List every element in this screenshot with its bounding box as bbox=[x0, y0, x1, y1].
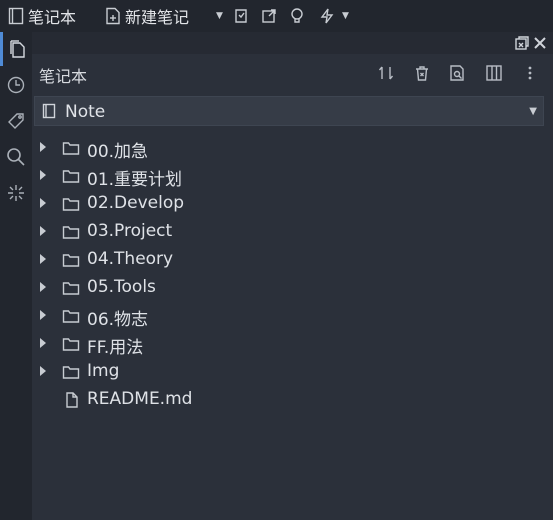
search-icon bbox=[6, 147, 26, 167]
folder-icon bbox=[62, 336, 80, 352]
open-external-icon[interactable] bbox=[260, 7, 278, 25]
snippets-tab[interactable] bbox=[0, 176, 32, 210]
tree-item-folder[interactable]: 01.重要计划 bbox=[34, 162, 544, 190]
tree-item-label: 03.Project bbox=[87, 221, 173, 241]
expand-arrow-icon[interactable] bbox=[40, 338, 46, 348]
columns-icon bbox=[485, 64, 503, 82]
folder-icon bbox=[62, 168, 80, 184]
expand-arrow-icon[interactable] bbox=[40, 142, 46, 152]
notebook-icon bbox=[41, 103, 57, 119]
lightning-icon[interactable] bbox=[318, 7, 336, 25]
search-tab[interactable] bbox=[0, 140, 32, 174]
new-note-icon bbox=[104, 7, 122, 25]
history-tab[interactable] bbox=[0, 68, 32, 102]
notebook-explorer-panel: 笔记本 Note ▼ 00.加急 01.重要计划 02.Develop 03.P… bbox=[32, 32, 553, 520]
activity-bar bbox=[0, 32, 32, 520]
notebook-selector-value: Note bbox=[65, 102, 106, 122]
tree-item-label: FF.用法 bbox=[87, 338, 144, 358]
tree-item-label: README.md bbox=[87, 389, 193, 409]
tree-item-folder[interactable]: 05.Tools bbox=[34, 274, 544, 302]
tree-item-file[interactable]: README.md bbox=[34, 386, 544, 414]
expand-arrow-icon[interactable] bbox=[40, 254, 46, 264]
search-document-icon bbox=[448, 64, 466, 82]
tree-item-folder[interactable]: 04.Theory bbox=[34, 246, 544, 274]
tree-item-folder[interactable]: 03.Project bbox=[34, 218, 544, 246]
expand-arrow-icon[interactable] bbox=[40, 310, 46, 320]
notebook-menu-label: 笔记本 bbox=[28, 8, 77, 27]
new-note-button[interactable]: 新建笔记 bbox=[104, 0, 189, 32]
folder-icon bbox=[62, 224, 80, 240]
tree-item-label: 02.Develop bbox=[87, 193, 185, 213]
tree-item-folder[interactable]: 02.Develop bbox=[34, 190, 544, 218]
quick-access-icon[interactable] bbox=[232, 7, 250, 25]
tree-item-label: 01.重要计划 bbox=[87, 170, 183, 190]
tags-tab[interactable] bbox=[0, 104, 32, 138]
tree-item-label: Img bbox=[87, 361, 120, 381]
document-icon bbox=[8, 39, 28, 59]
tree-item-label: 05.Tools bbox=[87, 277, 156, 297]
find-note-button[interactable] bbox=[447, 63, 467, 83]
close-panel-icon[interactable] bbox=[532, 35, 548, 51]
folder-icon bbox=[62, 280, 80, 296]
tag-icon bbox=[6, 111, 26, 131]
clock-icon bbox=[6, 75, 26, 95]
lightbulb-icon[interactable] bbox=[288, 7, 306, 25]
sparkle-icon bbox=[6, 183, 26, 203]
sort-icon bbox=[377, 64, 395, 82]
new-note-label: 新建笔记 bbox=[125, 8, 190, 27]
expand-arrow-icon[interactable] bbox=[40, 198, 46, 208]
view-mode-button[interactable] bbox=[484, 63, 504, 83]
tree-item-label: 00.加急 bbox=[87, 142, 149, 162]
notebook-tree: 00.加急 01.重要计划 02.Develop 03.Project 04.T… bbox=[34, 134, 544, 520]
folder-icon bbox=[62, 140, 80, 156]
tree-item-folder[interactable]: 00.加急 bbox=[34, 134, 544, 162]
tree-item-folder[interactable]: FF.用法 bbox=[34, 330, 544, 358]
notebook-menu-button[interactable]: 笔记本 bbox=[7, 0, 76, 32]
tree-item-label: 06.物志 bbox=[87, 310, 149, 330]
tree-item-label: 04.Theory bbox=[87, 249, 174, 269]
expand-arrow-icon[interactable] bbox=[40, 282, 46, 292]
panel-header: 笔记本 bbox=[32, 54, 553, 92]
notebook-selector[interactable]: Note ▼ bbox=[34, 96, 544, 126]
notebook-icon bbox=[7, 7, 25, 25]
main-toolbar: 笔记本 新建笔记 ▼ ▼ bbox=[0, 0, 553, 32]
notebook-explorer-tab[interactable] bbox=[0, 32, 32, 66]
panel-titlebar bbox=[32, 32, 553, 54]
file-icon bbox=[63, 392, 81, 408]
tree-item-folder[interactable]: 06.物志 bbox=[34, 302, 544, 330]
expand-arrow-icon[interactable] bbox=[40, 170, 46, 180]
expand-arrow-icon[interactable] bbox=[40, 366, 46, 376]
more-options-button[interactable] bbox=[520, 63, 540, 83]
more-vertical-icon bbox=[521, 64, 539, 82]
new-note-dropdown-arrow[interactable]: ▼ bbox=[216, 11, 223, 21]
recycle-bin-button[interactable] bbox=[412, 63, 432, 83]
expand-arrow-icon[interactable] bbox=[40, 226, 46, 236]
folder-icon bbox=[62, 364, 80, 380]
folder-icon bbox=[62, 308, 80, 324]
tree-item-folder[interactable]: Img bbox=[34, 358, 544, 386]
float-panel-icon[interactable] bbox=[514, 35, 530, 51]
folder-icon bbox=[62, 196, 80, 212]
trash-icon bbox=[413, 64, 431, 82]
folder-icon bbox=[62, 252, 80, 268]
lightning-dropdown-arrow[interactable]: ▼ bbox=[342, 11, 349, 21]
panel-title: 笔记本 bbox=[39, 67, 88, 86]
chevron-down-icon: ▼ bbox=[529, 106, 537, 117]
sort-button[interactable] bbox=[376, 63, 396, 83]
